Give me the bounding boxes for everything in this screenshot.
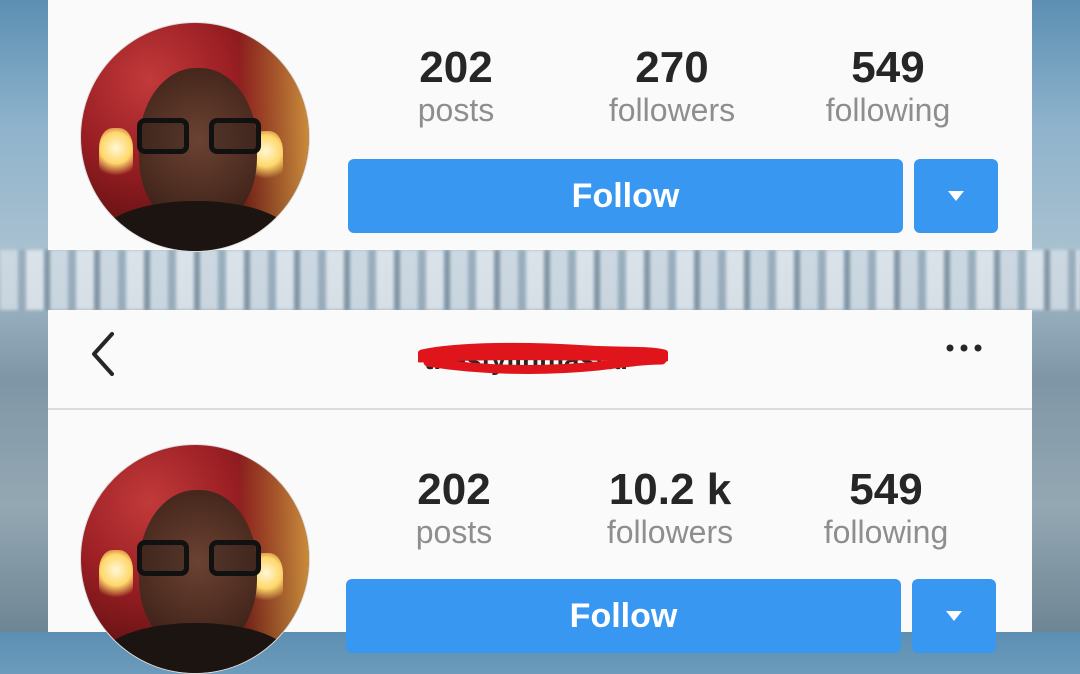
profile-avatar[interactable] xyxy=(80,22,310,252)
stat-value: 202 xyxy=(417,465,491,514)
stat-label: followers xyxy=(606,514,734,550)
stat-label: following xyxy=(823,514,949,550)
profile-nav-bar: thestylinmastar xyxy=(48,310,1032,410)
avatar-glasses xyxy=(137,118,261,158)
stat-posts: 202 posts xyxy=(354,465,554,551)
profile-card-before: 202 posts 270 followers 549 following Fo… xyxy=(48,0,1032,252)
triangle-down-icon xyxy=(948,191,964,201)
stat-value: 549 xyxy=(849,465,923,514)
triangle-down-icon xyxy=(946,611,962,621)
stat-label: following xyxy=(825,92,951,128)
stat-posts: 202 posts xyxy=(356,43,556,129)
suggestions-dropdown-button[interactable] xyxy=(914,159,998,233)
stat-following[interactable]: 549 following xyxy=(788,43,988,129)
follow-button[interactable]: Follow xyxy=(346,579,901,653)
avatar-lamp xyxy=(99,550,133,600)
more-horizontal-icon[interactable] xyxy=(944,340,984,356)
stat-value: 549 xyxy=(851,43,925,92)
stat-value: 10.2 k xyxy=(608,465,732,514)
avatar-glasses xyxy=(137,540,261,580)
background-city-image xyxy=(0,250,1080,310)
follow-button[interactable]: Follow xyxy=(348,159,903,233)
redaction-scribble xyxy=(418,342,668,374)
stat-followers[interactable]: 270 followers xyxy=(572,43,772,129)
profile-avatar[interactable] xyxy=(80,444,310,674)
stat-label: posts xyxy=(417,92,495,128)
stat-label: followers xyxy=(608,92,736,128)
chevron-left-icon[interactable] xyxy=(84,328,124,378)
avatar-lamp xyxy=(99,128,133,178)
stat-label: posts xyxy=(415,514,493,550)
stat-value: 270 xyxy=(635,43,709,92)
suggestions-dropdown-button[interactable] xyxy=(912,579,996,653)
stat-following[interactable]: 549 following xyxy=(786,465,986,551)
stat-value: 202 xyxy=(419,43,493,92)
stat-followers[interactable]: 10.2 k followers xyxy=(570,465,770,551)
profile-card-after: thestylinmastar 202 posts 10.2 k followe… xyxy=(48,310,1032,674)
